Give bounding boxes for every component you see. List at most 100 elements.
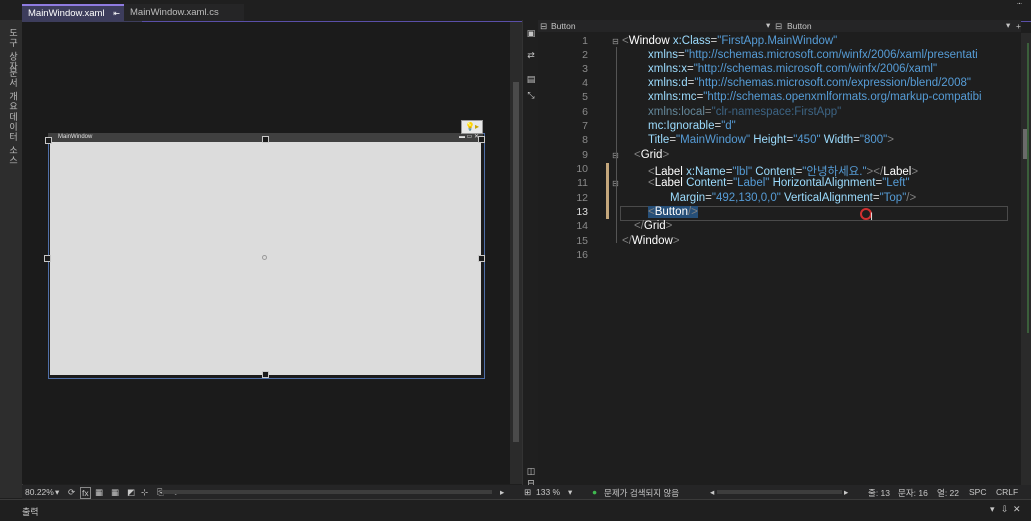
toolbox-tab[interactable]: 도구 상자 [2, 28, 20, 72]
xaml-code-editor[interactable]: 1 2 3 4 5 6 7 8 9 10 11 12 13 14 15 16 ⊟… [538, 33, 1023, 485]
horizontal-scrollbar[interactable] [162, 490, 492, 494]
code-line: xmlns:d="http://schemas.microsoft.com/ex… [648, 77, 971, 89]
code-line: </Window> [622, 235, 680, 247]
chevron-down-icon[interactable]: ▾ [1006, 20, 1010, 31]
editor-status-bar: ⊞ 133 % ▾ ● 문제가 검색되지 않음 ◂ ▸ 줄: 13 문자: 16… [522, 485, 1031, 499]
line-number: 8 [582, 134, 588, 146]
line-number: 11 [577, 177, 588, 189]
left-tool-strip: 도구 상자 문서 개요 데이터 소스 [0, 20, 23, 498]
code-line: xmlns="http://schemas.microsoft.com/winf… [648, 49, 978, 61]
grid-icon[interactable]: ▦ [95, 487, 103, 498]
scroll-right-icon[interactable]: ▸ [844, 487, 848, 498]
code-line: <Label Content="Label" HorizontalAlignme… [648, 177, 910, 189]
code-navigation-bar: ⊟ Button ▾ ⊟ Button ▾ + [538, 20, 1021, 32]
line-number: 14 [576, 220, 588, 232]
element-icon: ⊟ [775, 21, 783, 31]
code-line: xmlns:mc="http://schemas.openxmlformats.… [648, 91, 982, 103]
check-icon: ● [592, 487, 598, 497]
scroll-right-icon[interactable]: ▸ [500, 487, 504, 498]
resize-handle[interactable] [262, 371, 269, 378]
code-line: mc:Ignorable="d" [648, 120, 736, 132]
line-number: 3 [582, 63, 588, 75]
column-indicator[interactable]: 열: 22 [937, 487, 959, 499]
tab-label: MainWindow.xaml [28, 8, 105, 19]
line-number: 10 [576, 163, 588, 175]
resize-handle[interactable] [478, 255, 485, 262]
scrollbar-thumb[interactable] [513, 82, 519, 442]
fx-effects-icon[interactable]: fx [80, 487, 91, 499]
scroll-left-icon[interactable]: ◂ [710, 487, 714, 498]
issues-status[interactable]: 문제가 검색되지 않음 [604, 487, 679, 499]
window-controls-icon: ▬ ▭ ✕ [458, 134, 479, 140]
code-line: xmlns:x="http://schemas.microsoft.com/wi… [648, 63, 938, 75]
line-number: 16 [576, 249, 588, 261]
horizontal-scrollbar[interactable] [717, 490, 842, 494]
editor-zoom[interactable]: 133 % [536, 487, 560, 497]
designer-status-bar: 80.22% ▾ ⟳ fx ▦ ▦ ◩ ⊹ ⎘ ◂ ▸ [22, 485, 522, 499]
code-line: </Grid> [634, 220, 673, 232]
swap-panes-icon[interactable]: ⇄ [526, 50, 536, 60]
add-icon[interactable]: + [1016, 21, 1021, 31]
line-number: 15 [576, 235, 588, 247]
collapse-pane-icon[interactable]: ⤡ [526, 90, 536, 100]
code-line: xmlns:local="clr-namespace:FirstApp" [648, 106, 842, 118]
line-number: 5 [582, 91, 588, 103]
code-line: Title="MainWindow" Height="450" Width="8… [648, 134, 894, 146]
left-nav-dropdown[interactable]: Button [551, 21, 576, 31]
line-indicator[interactable]: 줄: 13 [868, 487, 890, 499]
resize-handle[interactable] [262, 136, 269, 143]
line-number: 7 [582, 120, 588, 132]
output-label[interactable]: 출력 [22, 505, 39, 518]
vertical-split-icon[interactable]: ◫ [526, 466, 536, 476]
collapse-icon[interactable]: ⊟ [612, 37, 619, 46]
resize-handle[interactable] [45, 137, 52, 144]
split-view-icon[interactable]: ▣ [526, 28, 536, 38]
whitespace-indicator[interactable]: SPC [969, 487, 986, 497]
line-number: 4 [582, 77, 588, 89]
fold-guide [616, 47, 617, 243]
close-icon[interactable]: ✕ [1013, 504, 1021, 515]
artboard-icon[interactable]: ◩ [127, 487, 135, 498]
code-line: <Window x:Class="FirstApp.MainWindow" [622, 35, 838, 47]
pin-icon[interactable]: ⇤ [113, 9, 120, 18]
code-line-current: <Button/> [648, 206, 698, 218]
window-title-text: MainWindow [58, 134, 93, 140]
element-icon: ⊟ [540, 21, 548, 31]
line-number: 2 [582, 49, 588, 61]
chevron-down-icon[interactable]: ▾ [766, 20, 770, 31]
scroll-marker [1027, 43, 1029, 333]
lightbulb-icon[interactable]: 💡▸ [461, 120, 483, 134]
text-cursor-icon: I [870, 211, 874, 223]
line-number: 1 [582, 35, 588, 47]
center-marker-icon [262, 255, 267, 260]
document-outline-tab[interactable]: 문서 개요 [2, 68, 20, 112]
right-nav-dropdown[interactable]: Button [787, 21, 812, 31]
horizontal-split-icon[interactable]: ▤ [526, 74, 536, 84]
split-mini-icon[interactable]: ⊞ [524, 487, 531, 498]
char-indicator[interactable]: 문자: 16 [898, 487, 928, 499]
line-number: 12 [576, 192, 588, 204]
zoom-dropdown[interactable]: 80.22% [25, 487, 54, 497]
code-line: Margin="492,130,0,0" VerticalAlignment="… [670, 192, 917, 204]
tab-label: MainWindow.xaml.cs [130, 7, 219, 18]
split-toolbar: ▣ ⇄ ▤ ⤡ ◫ ⊟ [522, 20, 539, 498]
refresh-icon[interactable]: ⟳ [68, 487, 75, 498]
change-marker [606, 163, 609, 219]
grid-snap-icon[interactable]: ▦ [111, 487, 119, 498]
tab-mainwindow-xaml-cs[interactable]: MainWindow.xaml.cs [124, 4, 244, 21]
chevron-down-icon[interactable]: ▾ [990, 504, 995, 515]
snap-lines-icon[interactable]: ⊹ [141, 487, 148, 498]
output-panel-bar: 출력 ▾ ⇩ ✕ [0, 499, 1031, 521]
designer-vertical-scrollbar[interactable] [510, 22, 522, 484]
line-number: 9 [582, 149, 588, 161]
chevron-down-icon[interactable]: ▾ [55, 487, 59, 498]
line-number-current: 13 [576, 206, 588, 218]
line-ending-indicator[interactable]: CRLF [996, 487, 1018, 497]
chevron-down-icon[interactable]: ▾ [568, 487, 572, 498]
code-vertical-scrollbar[interactable] [1021, 33, 1031, 485]
pin-icon[interactable]: ⇩ [1001, 504, 1009, 515]
line-number: 6 [582, 106, 588, 118]
resize-handle[interactable] [44, 255, 51, 262]
data-sources-tab[interactable]: 데이터 소스 [2, 112, 20, 166]
resize-handle[interactable] [478, 136, 485, 143]
